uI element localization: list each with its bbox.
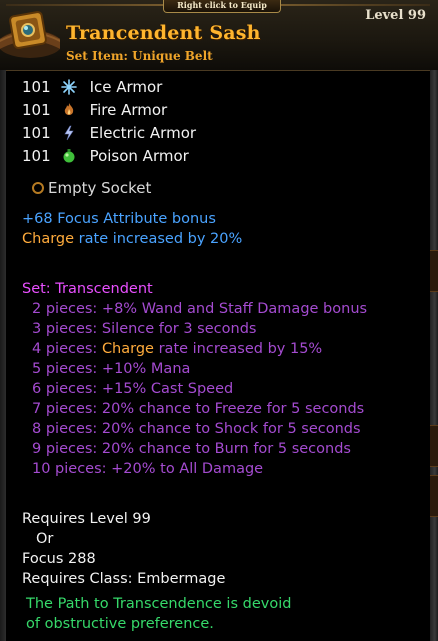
resist-label: Ice Armor — [89, 78, 163, 96]
frame-tab — [430, 425, 438, 467]
set-piece-line: 3 pieces: Silence for 3 seconds — [32, 319, 256, 339]
charge-bonus: Charge rate increased by 20% — [22, 229, 242, 249]
set-title: Set: Transcendent — [22, 281, 153, 297]
snowflake-icon — [60, 79, 77, 95]
resist-row-poison: 101 Poison Armor — [22, 145, 189, 167]
socket-ring-icon — [32, 182, 44, 194]
set-piece-line: 10 pieces: +20% to All Damage — [32, 459, 263, 479]
charge-keyword: Charge — [22, 231, 75, 247]
charge-bonus-text: rate increased by 20% — [74, 231, 243, 247]
resist-row-electric: 101 Electric Armor — [22, 122, 196, 144]
set-piece-text: 9 pieces: 20% chance to Burn for 5 secon… — [32, 441, 351, 457]
set-piece-line: 8 pieces: 20% chance to Shock for 5 seco… — [32, 419, 361, 439]
belt-item-icon — [0, 11, 60, 58]
resist-row-ice: 101 Ice Armor — [22, 76, 162, 98]
item-tooltip: Right click to Equip Trancendent Sash Se… — [0, 0, 438, 641]
resist-row-fire: 101 Fire Armor — [22, 99, 167, 121]
resist-value: 101 — [22, 124, 51, 142]
set-piece-text: 10 pieces: +20% to All Damage — [32, 461, 264, 477]
resist-label: Fire Armor — [89, 101, 168, 119]
charge-keyword: Charge — [101, 341, 154, 357]
set-piece-line: 4 pieces: Charge rate increased by 15% — [32, 339, 322, 359]
resist-label: Electric Armor — [89, 124, 197, 142]
requires-class: Requires Class: Embermage — [22, 571, 226, 587]
set-piece-text: 6 pieces: +15% Cast Speed — [32, 381, 234, 397]
set-piece-line: 9 pieces: 20% chance to Burn for 5 secon… — [32, 439, 351, 459]
socket-label: Empty Socket — [48, 179, 152, 197]
resist-value: 101 — [22, 101, 51, 119]
set-piece-text: 7 pieces: 20% chance to Freeze for 5 sec… — [32, 401, 365, 417]
flame-icon — [64, 103, 73, 115]
resist-label: Poison Armor — [89, 147, 189, 165]
set-piece-text: 3 pieces: Silence for 3 seconds — [32, 321, 257, 337]
tooltip-body: 101 Ice Armor 101 Fire Armor 101 Electri… — [6, 71, 430, 641]
set-piece-line: 2 pieces: +8% Wand and Staff Damage bonu… — [32, 299, 367, 319]
flavor-text-line1: The Path to Transcendence is devoid — [26, 596, 292, 612]
frame-tab — [430, 250, 438, 292]
requires-focus: Focus 288 — [22, 551, 96, 567]
resist-value: 101 — [22, 147, 51, 165]
item-subtitle: Set Item: Unique Belt — [66, 49, 213, 63]
empty-socket: Empty Socket — [32, 178, 151, 198]
equip-hint: Right click to Equip — [163, 0, 281, 13]
focus-bonus: +68 Focus Attribute bonus — [22, 211, 216, 227]
item-level: Level 99 — [365, 8, 426, 23]
set-piece-text: 8 pieces: 20% chance to Shock for 5 seco… — [32, 421, 361, 437]
set-piece-text: 2 pieces: +8% Wand and Staff Damage bonu… — [32, 301, 368, 317]
frame-tab — [430, 475, 438, 517]
flavor-text-line2: of obstructive preference. — [26, 616, 214, 632]
lightning-icon — [64, 125, 74, 141]
set-piece-line: 7 pieces: 20% chance to Freeze for 5 sec… — [32, 399, 364, 419]
set-piece-text: rate increased by 15% — [153, 341, 323, 357]
requires-level: Requires Level 99 — [22, 511, 151, 527]
requires-or: Or — [36, 531, 54, 547]
item-title: Trancendent Sash — [66, 22, 261, 44]
frame-right-border — [430, 70, 438, 641]
set-piece-line: 6 pieces: +15% Cast Speed — [32, 379, 233, 399]
set-piece-line: 5 pieces: +10% Mana — [32, 359, 190, 379]
set-piece-text: 4 pieces: — [32, 341, 102, 357]
set-piece-text: 5 pieces: +10% Mana — [32, 361, 191, 377]
poison-icon — [63, 149, 75, 163]
resist-value: 101 — [22, 78, 51, 96]
